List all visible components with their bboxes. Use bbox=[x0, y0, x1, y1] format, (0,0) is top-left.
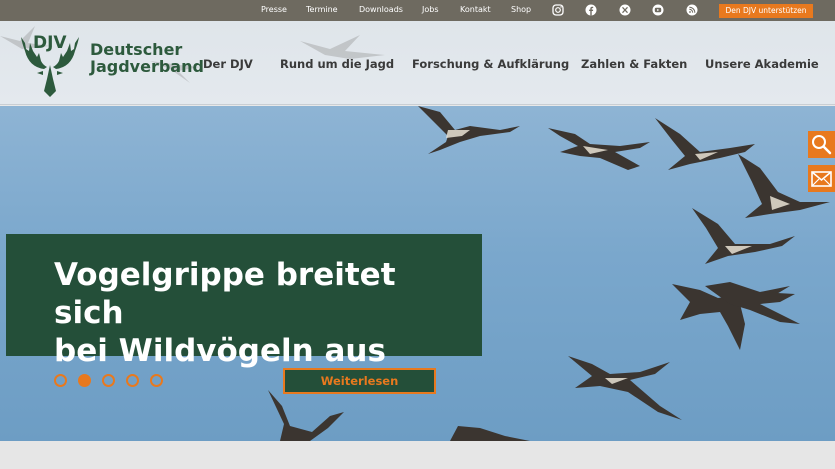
logo-mark: DJV bbox=[33, 33, 67, 53]
topbar-link-downloads[interactable]: Downloads bbox=[359, 5, 403, 14]
page-below-hero bbox=[0, 441, 835, 469]
nav-item-akademie[interactable]: Unsere Akademie bbox=[705, 57, 819, 71]
main-header: DJV Deutscher Jagdverband Der DJV Rund u… bbox=[0, 21, 835, 105]
djv-logo[interactable]: DJV Deutscher Jagdverband bbox=[19, 29, 204, 99]
nav-item-forschung[interactable]: Forschung & Aufklärung bbox=[412, 57, 569, 71]
topbar-link-kontakt[interactable]: Kontakt bbox=[460, 5, 491, 14]
hero-headline-line2: bei Wildvögeln aus bbox=[54, 333, 386, 369]
slider-dot-3[interactable] bbox=[102, 374, 115, 387]
instagram-icon[interactable] bbox=[552, 4, 564, 16]
search-icon bbox=[812, 135, 832, 155]
mail-icon bbox=[811, 171, 832, 187]
slider-dot-4[interactable] bbox=[126, 374, 139, 387]
logo-text-line2: Jagdverband bbox=[90, 57, 204, 76]
facebook-icon[interactable] bbox=[585, 4, 597, 16]
side-newsletter-button[interactable] bbox=[808, 165, 835, 192]
slider-dot-1[interactable] bbox=[54, 374, 67, 387]
hero-slider: Vogelgrippe breitet sich bei Wildvögeln … bbox=[0, 106, 835, 441]
read-more-button[interactable]: Weiterlesen bbox=[283, 368, 436, 394]
topbar-link-jobs[interactable]: Jobs bbox=[422, 5, 439, 14]
topbar-link-presse[interactable]: Presse bbox=[261, 5, 287, 14]
rss-icon[interactable] bbox=[686, 4, 698, 16]
slider-dot-2[interactable] bbox=[78, 374, 91, 387]
topbar-link-shop[interactable]: Shop bbox=[511, 5, 531, 14]
headline-panel: Vogelgrippe breitet sich bei Wildvögeln … bbox=[6, 234, 482, 369]
hero-headline-line1: Vogelgrippe breitet sich bbox=[54, 257, 396, 331]
topbar-link-termine[interactable]: Termine bbox=[306, 5, 338, 14]
support-button[interactable]: Den DJV unterstützen bbox=[719, 4, 813, 18]
nav-item-rund-um-die-jagd[interactable]: Rund um die Jagd bbox=[280, 57, 394, 71]
hero-headline[interactable]: Vogelgrippe breitet sich bei Wildvögeln … bbox=[54, 256, 474, 370]
x-icon[interactable] bbox=[619, 4, 631, 16]
side-search-button[interactable] bbox=[808, 131, 835, 158]
nav-item-der-djv[interactable]: Der DJV bbox=[203, 57, 253, 71]
slider-dot-5[interactable] bbox=[150, 374, 163, 387]
youtube-icon[interactable] bbox=[652, 4, 664, 16]
logo-text-line1: Deutscher bbox=[90, 40, 183, 59]
nav-item-zahlen-fakten[interactable]: Zahlen & Fakten bbox=[581, 57, 687, 71]
top-bar: Presse Termine Downloads Jobs Kontakt Sh… bbox=[0, 0, 835, 21]
